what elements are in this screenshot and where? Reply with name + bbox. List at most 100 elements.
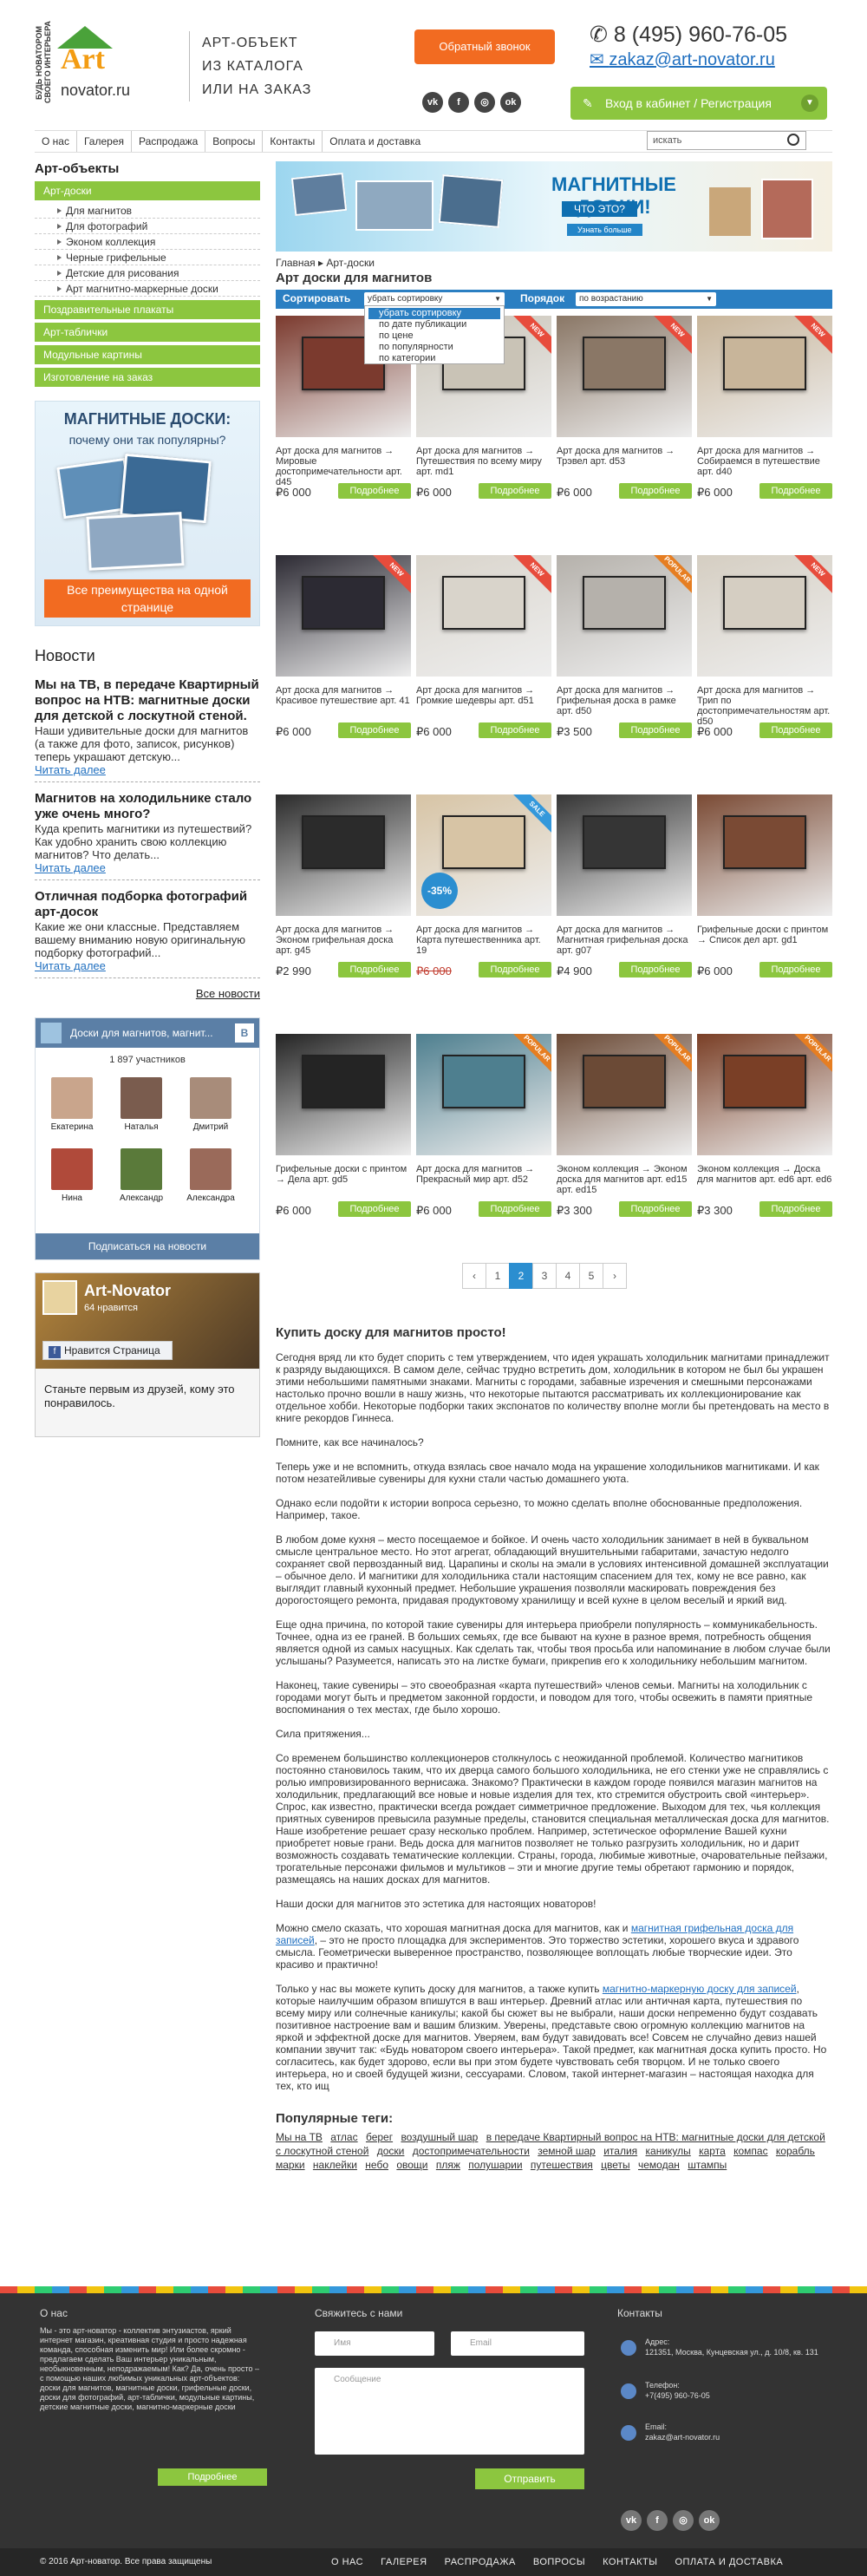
product-image[interactable]: SALE -35% (416, 794, 551, 916)
banner-button[interactable]: Узнать больше (567, 224, 642, 236)
product-image[interactable] (557, 794, 692, 916)
sort-option[interactable]: по цене (368, 330, 500, 342)
product-image[interactable] (697, 794, 832, 916)
product-name[interactable]: Арт доска для магнитов → Путешествия по … (416, 446, 551, 477)
tag-link[interactable]: каникулы (646, 2145, 691, 2157)
sidebar-item[interactable]: Изготовление на заказ (35, 368, 260, 387)
product-image[interactable]: NEW (697, 555, 832, 677)
product-details-button[interactable]: Подробнее (759, 962, 832, 977)
product-details-button[interactable]: Подробнее (338, 722, 411, 738)
product-name[interactable]: Арт доска для магнитов → Прекрасный мир … (416, 1164, 551, 1185)
product-name[interactable]: Арт доска для магнитов → Грифельная доск… (557, 685, 692, 716)
news-read-more[interactable]: Читать далее (35, 861, 106, 874)
footer-email-input[interactable]: Email (451, 2331, 584, 2356)
product-name[interactable]: Грифельные доски с принтом → Дела арт. g… (276, 1164, 411, 1185)
product-details-button[interactable]: Подробнее (338, 1201, 411, 1217)
footer-send-button[interactable]: Отправить (475, 2468, 584, 2489)
product-image[interactable]: NEW (276, 555, 411, 677)
product-card[interactable]: NEW Арт доска для магнитов → Красивое пут… (276, 555, 411, 798)
product-details-button[interactable]: Подробнее (759, 483, 832, 499)
product-details-button[interactable]: Подробнее (619, 483, 692, 499)
sidebar-item[interactable]: Модульные картины (35, 345, 260, 364)
product-card[interactable]: Грифельные доски с принтом → Список дел … (697, 794, 832, 1037)
tag-link[interactable]: небо (365, 2159, 388, 2171)
tag-link[interactable]: чемодан (638, 2159, 680, 2171)
tag-link[interactable]: берег (366, 2131, 393, 2143)
product-card[interactable]: POPULAR Арт доска для магнитов → Прекрасн… (416, 1034, 551, 1277)
product-name[interactable]: Арт доска для магнитов → Магнитная грифе… (557, 925, 692, 956)
sidebar-subitem[interactable]: Детские для рисования (35, 265, 260, 281)
product-image[interactable]: POPULAR (557, 555, 692, 677)
product-image[interactable] (276, 1034, 411, 1155)
product-card[interactable]: Грифельные доски с принтом → Дела арт. g… (276, 1034, 411, 1277)
tag-link[interactable]: марки (276, 2159, 305, 2171)
product-name[interactable]: Арт доска для магнитов → Громкие шедевры… (416, 685, 551, 706)
product-details-button[interactable]: Подробнее (759, 1201, 832, 1217)
tag-link[interactable]: цветы (601, 2159, 630, 2171)
footer-more-button[interactable]: Подробнее (158, 2468, 267, 2486)
tag-link[interactable]: корабль (776, 2145, 815, 2157)
product-image[interactable]: NEW (416, 555, 551, 677)
product-name[interactable]: Арт доска для магнитов → Собираемся в пу… (697, 446, 832, 477)
footer-nav-item[interactable]: ВОПРОСЫ (533, 2557, 585, 2567)
odnoklassniki-icon[interactable]: ok (500, 92, 521, 113)
product-image[interactable]: POPULAR (416, 1034, 551, 1155)
avatar[interactable] (121, 1077, 162, 1119)
avatar[interactable] (51, 1077, 93, 1119)
news-title[interactable]: Отличная подборка фотографий арт-досок (35, 889, 260, 920)
footer-nav-item[interactable]: О НАС (331, 2557, 363, 2567)
news-read-more[interactable]: Читать далее (35, 763, 106, 776)
product-details-button[interactable]: Подробнее (759, 722, 832, 738)
sort-select[interactable]: убрать сортировку ▼ (364, 292, 505, 306)
product-details-button[interactable]: Подробнее (338, 962, 411, 977)
product-name[interactable]: Арт доска для магнитов → Трэвел арт. d53 (557, 446, 692, 467)
instagram-icon[interactable]: ◎ (474, 92, 495, 113)
nav-item-questions[interactable]: Вопросы (205, 131, 264, 152)
tag-link[interactable]: достопримечательности (413, 2145, 530, 2157)
sort-option[interactable]: по категории (368, 353, 500, 364)
phone-value[interactable]: +7(495) 960-76-05 (645, 2390, 710, 2401)
sidebar-item-art-boards[interactable]: Арт-доски (35, 181, 260, 200)
product-card[interactable]: POPULAR Эконом коллекция → Доска для магн… (697, 1034, 832, 1277)
footer-nav-item[interactable]: КОНТАКТЫ (603, 2557, 657, 2567)
product-image[interactable]: POPULAR (557, 1034, 692, 1155)
tag-link[interactable]: полушарии (468, 2159, 522, 2171)
site-logo[interactable]: БУДЬ НОВАТОРОМ СВОЕГО ИНТЕРЬЕРА Art nova… (35, 19, 156, 106)
product-card[interactable]: POPULAR Эконом коллекция → Эконом доска д… (557, 1034, 692, 1277)
tag-link[interactable]: путешествия (531, 2159, 593, 2171)
news-title[interactable]: Мы на ТВ, в передаче Квартирный вопрос н… (35, 677, 260, 724)
footer-nav-item[interactable]: ГАЛЕРЕЯ (381, 2557, 427, 2567)
tag-link[interactable]: атлас (330, 2131, 357, 2143)
instagram-icon[interactable]: ◎ (673, 2510, 694, 2531)
product-name[interactable]: Арт доска для магнитов → Карта путешеств… (416, 925, 551, 956)
news-read-more[interactable]: Читать далее (35, 959, 106, 972)
nav-item-delivery[interactable]: Оплата и доставка (323, 131, 427, 152)
sort-option[interactable]: по дате публикации (368, 319, 500, 330)
nav-item-sale[interactable]: Распродажа (132, 131, 206, 152)
promo-magnetic-boards[interactable]: МАГНИТНЫЕ ДОСКИ: почему они так популярн… (35, 401, 260, 626)
sort-option[interactable]: по популярности (368, 342, 500, 353)
vk-icon[interactable]: vk (422, 92, 443, 113)
product-details-button[interactable]: Подробнее (479, 483, 551, 499)
nav-item-about[interactable]: О нас (35, 131, 77, 152)
tag-link[interactable]: воздушный шар (401, 2131, 478, 2143)
footer-message-input[interactable]: Сообщение (315, 2368, 584, 2455)
product-image[interactable]: NEW (557, 316, 692, 437)
product-details-button[interactable]: Подробнее (479, 962, 551, 977)
avatar[interactable] (190, 1148, 231, 1190)
product-name[interactable]: Арт доска для магнитов → Эконом грифельн… (276, 925, 411, 956)
header-email[interactable]: ✉ zakaz@art-novator.ru (590, 49, 775, 70)
avatar[interactable] (121, 1148, 162, 1190)
breadcrumb[interactable]: Главная ▸ Арт-доски (276, 257, 832, 271)
search-icon[interactable] (787, 134, 799, 146)
search-input[interactable]: искать (647, 131, 806, 150)
product-name[interactable]: Арт доска для магнитов → Красивое путеше… (276, 685, 411, 706)
sidebar-subitem[interactable]: Черные грифельные (35, 250, 260, 265)
nav-item-gallery[interactable]: Галерея (77, 131, 132, 152)
footer-nav-item[interactable]: ОПЛАТА И ДОСТАВКА (675, 2557, 783, 2567)
news-title[interactable]: Магнитов на холодильнике стало уже очень… (35, 791, 260, 822)
product-name[interactable]: Арт доска для магнитов → Трип по достопр… (697, 685, 832, 727)
product-details-button[interactable]: Подробнее (479, 722, 551, 738)
product-image[interactable]: NEW (697, 316, 832, 437)
product-name[interactable]: Грифельные доски с принтом → Список дел … (697, 925, 832, 945)
